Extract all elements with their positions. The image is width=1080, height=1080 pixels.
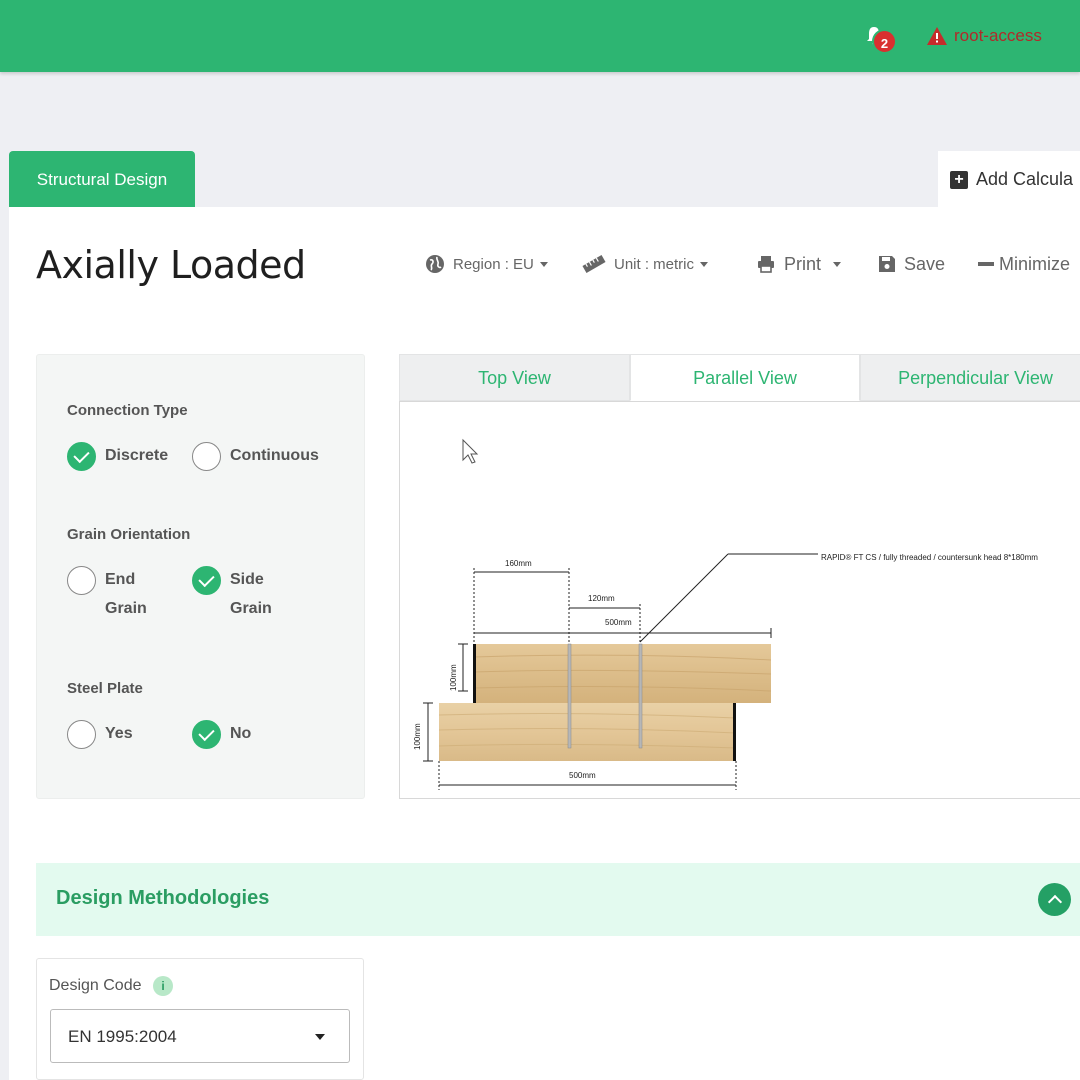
design-code-value: EN 1995:2004	[68, 1027, 177, 1046]
fastener-callout: RAPID® FT CS / fully threaded / counters…	[821, 553, 1038, 562]
yes-label: Yes	[105, 725, 133, 742]
radio-end-grain[interactable]	[67, 566, 96, 595]
drawing-canvas: 160mm 120mm 500mm 100mm 100mm 500mm RAPI…	[413, 438, 1038, 790]
print-label: Print	[784, 253, 822, 274]
connection-drawing: 160mm 120mm 500mm 100mm 100mm 500mm RAPI…	[399, 401, 1080, 799]
minus-icon	[978, 262, 994, 266]
top-navbar	[0, 0, 1080, 72]
add-calculation-button[interactable]: + Add Calcula	[938, 151, 1080, 208]
unit-dropdown[interactable]: Unit : metric	[582, 252, 709, 276]
page-title: Axially Loaded	[36, 243, 306, 287]
lower-timber	[439, 703, 736, 761]
collapse-chevron-up-icon[interactable]	[1038, 883, 1071, 916]
save-button[interactable]: Save	[878, 252, 945, 276]
screw	[638, 643, 643, 749]
no-label: No	[230, 725, 252, 742]
notification-count-badge: 2	[872, 29, 897, 54]
radio-discrete[interactable]	[67, 442, 96, 471]
region-dropdown[interactable]: Region : EU	[425, 252, 548, 276]
end-grain-label-line1: End	[105, 571, 136, 588]
root-access-alert[interactable]: root-access	[926, 26, 1042, 46]
design-methodologies-title: Design Methodologies	[56, 887, 270, 909]
radio-continuous[interactable]	[192, 442, 221, 471]
dim-500-bottom-label: 500mm	[569, 771, 596, 780]
globe-icon	[426, 255, 444, 273]
tab-parallel-view[interactable]: Parallel View	[630, 354, 860, 401]
side-grain-label-line2: Grain	[230, 600, 272, 617]
plus-square-icon: +	[950, 170, 968, 189]
radio-steel-plate-yes[interactable]	[67, 720, 96, 749]
save-label: Save	[904, 253, 946, 274]
add-calculation-label: Add Calcula	[976, 169, 1074, 189]
screw	[567, 643, 572, 749]
caret-down-icon	[539, 261, 548, 267]
minimize-button[interactable]: Minimize	[978, 252, 1070, 276]
minimize-label: Minimize	[999, 253, 1071, 274]
side-grain-label-line1: Side	[230, 571, 264, 588]
discrete-label: Discrete	[105, 447, 169, 464]
radio-steel-plate-no[interactable]	[192, 720, 221, 749]
region-label: Region : EU	[453, 255, 534, 273]
steel-plate-heading: Steel Plate	[67, 680, 143, 697]
tab-perpendicular-view[interactable]: Perpendicular View	[860, 354, 1080, 401]
floppy-disk-icon	[879, 256, 895, 272]
dim-100-lower-label: 100mm	[413, 723, 422, 750]
dim-120-label: 120mm	[588, 594, 615, 603]
dim-100-upper-label: 100mm	[449, 664, 458, 691]
printer-icon	[758, 256, 774, 273]
info-icon[interactable]: i	[153, 976, 173, 996]
radio-side-grain[interactable]	[192, 566, 221, 595]
caret-down-icon	[700, 261, 709, 267]
grain-orientation-heading: Grain Orientation	[67, 526, 191, 543]
tab-structural-design[interactable]: Structural Design	[9, 151, 195, 208]
ruler-icon	[582, 255, 606, 273]
connection-type-heading: Connection Type	[67, 402, 188, 419]
end-grain-label-line2: Grain	[105, 600, 147, 617]
design-code-select[interactable]: EN 1995:2004	[50, 1009, 350, 1063]
unit-label: Unit : metric	[614, 255, 695, 273]
mouse-cursor-icon	[462, 438, 479, 464]
tab-top-view[interactable]: Top View	[399, 354, 630, 401]
dim-500-top-label: 500mm	[605, 618, 632, 627]
continuous-label: Continuous	[230, 447, 319, 464]
caret-down-icon	[833, 261, 842, 267]
dim-160-label: 160mm	[505, 559, 532, 568]
caret-down-icon	[315, 1034, 325, 1040]
design-code-label: Design Code	[49, 977, 142, 994]
warning-triangle-icon	[927, 27, 947, 45]
print-dropdown[interactable]: Print	[756, 252, 842, 276]
root-access-label: root-access	[954, 26, 1042, 45]
upper-timber	[474, 644, 771, 703]
